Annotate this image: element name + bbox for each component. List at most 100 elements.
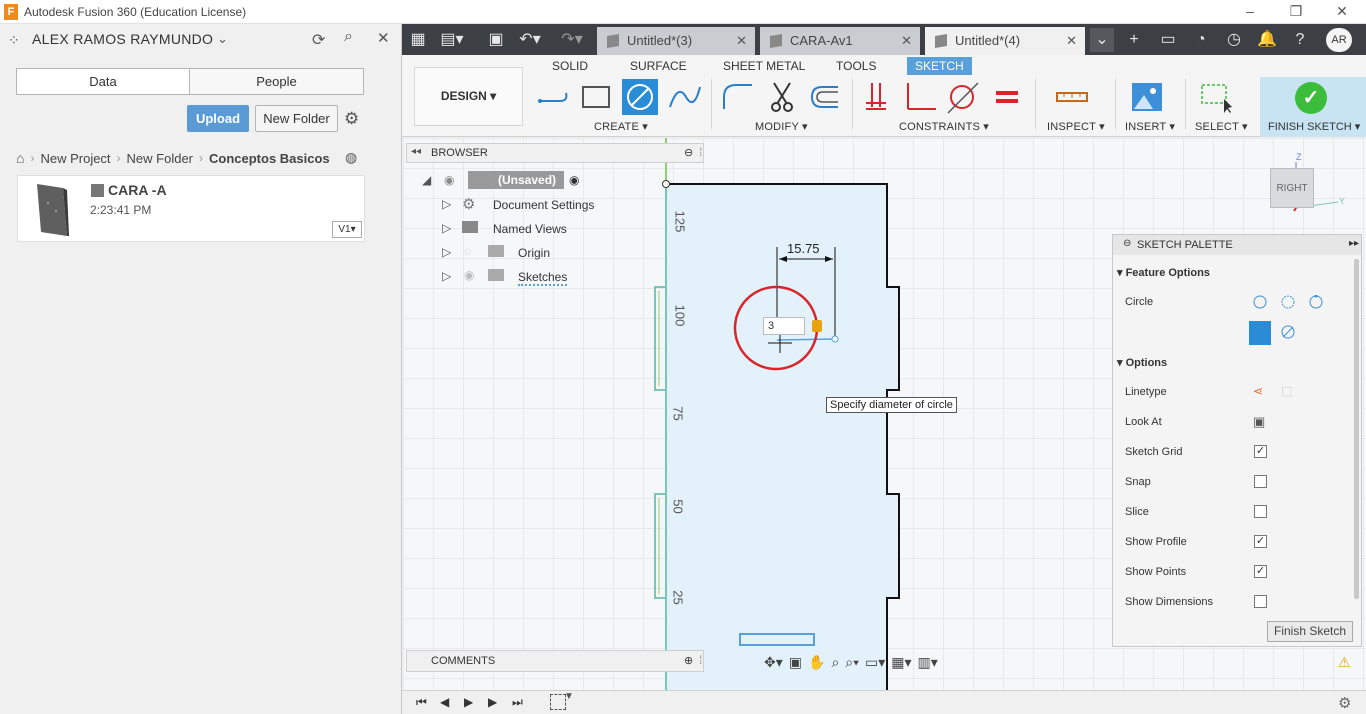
show-profile-checkbox[interactable]: ✓ [1254, 535, 1267, 548]
circle-tool-icon[interactable] [622, 79, 658, 115]
step-forward-icon[interactable]: ▶ [488, 695, 497, 709]
snap-checkbox[interactable] [1254, 475, 1267, 488]
warning-icon[interactable]: ⚠ [1338, 654, 1351, 671]
measure-tool-icon[interactable] [1054, 79, 1090, 115]
trim-tool-icon[interactable] [764, 79, 800, 115]
avatar[interactable]: AR [1326, 28, 1352, 52]
redo-icon[interactable]: ↷▾ [560, 28, 584, 52]
tree-item-origin[interactable]: ▷ ◌ Origin [406, 242, 606, 264]
browser-panel-header[interactable]: ◂◂ BROWSER ⊖ ⁞ [406, 143, 704, 163]
expand-triangle-icon[interactable]: ▷ [442, 221, 451, 235]
close-window-icon[interactable]: ✕ [1319, 0, 1365, 24]
add-comment-icon[interactable]: ⊕ [684, 654, 693, 667]
tab-solid[interactable]: SOLID [552, 59, 588, 73]
extensions-icon[interactable]: ◔ [1189, 28, 1213, 52]
modify-menu[interactable]: MODIFY ▾ [755, 120, 808, 133]
timeline-settings-icon[interactable]: ⚙ [1338, 694, 1351, 712]
look-at-icon[interactable]: ▣ [1253, 414, 1265, 430]
workspace-switcher[interactable]: DESIGN ▾ [414, 67, 523, 126]
close-tab-icon[interactable]: ✕ [736, 27, 747, 55]
select-menu[interactable]: SELECT ▾ [1195, 120, 1248, 133]
comments-icon[interactable]: ▭ [1156, 28, 1180, 52]
close-tab-icon[interactable]: ✕ [901, 27, 912, 55]
activate-radio-icon[interactable]: ◉ [569, 173, 579, 187]
expand-triangle-icon[interactable]: ▷ [442, 269, 451, 283]
tab-data[interactable]: Data [16, 68, 190, 95]
fit-icon[interactable]: ⌕▾ [845, 654, 859, 671]
play-icon[interactable]: ▶ [464, 695, 473, 709]
close-panel-icon[interactable]: ✕ [377, 29, 390, 47]
select-window-icon[interactable] [1198, 79, 1234, 115]
diameter-input[interactable]: 3 [763, 317, 805, 335]
spline-tool-icon[interactable] [666, 79, 702, 115]
coincident-constraint-icon[interactable] [860, 79, 896, 115]
app-grid-icon[interactable]: ▦ [406, 28, 430, 52]
timeline-marker-icon[interactable]: ▼ [564, 691, 574, 702]
help-icon[interactable]: ? [1288, 28, 1312, 52]
file-card[interactable]: CARA -A 2:23:41 PM V1▾ [17, 175, 365, 242]
collapse-triangle-icon[interactable]: ◢ [422, 173, 431, 187]
construction-option-icon[interactable] [1249, 321, 1271, 345]
tree-item-sketches[interactable]: ▷ ◉ Sketches [406, 266, 606, 288]
constraints-menu[interactable]: CONSTRAINTS ▾ [899, 120, 989, 133]
grid-settings-icon[interactable]: ▦▾ [891, 654, 911, 671]
undo-icon[interactable]: ↶▾ [518, 28, 542, 52]
job-status-icon[interactable]: ◷ [1222, 28, 1246, 52]
dimension-value[interactable]: 15.75 [787, 241, 820, 256]
options-section[interactable]: ▾ Options [1117, 356, 1167, 369]
offset-tool-icon[interactable] [806, 79, 842, 115]
tangent-circle-icon[interactable] [1281, 325, 1295, 339]
lock-icon[interactable] [812, 320, 822, 332]
feature-options-section[interactable]: ▾ Feature Options [1117, 266, 1210, 279]
file-menu-icon[interactable]: ▤▾ [440, 28, 464, 52]
expand-triangle-icon[interactable]: ▷ [442, 197, 451, 211]
line-tool-icon[interactable] [536, 79, 572, 115]
tree-item-document-settings[interactable]: ▷ ⚙ Document Settings [406, 194, 606, 216]
breadcrumb-item[interactable]: New Folder [127, 151, 193, 166]
tab-sheet-metal[interactable]: SHEET METAL [723, 59, 805, 73]
drag-handle-icon[interactable]: ⁞ [699, 145, 702, 159]
restore-icon[interactable]: ❐ [1273, 0, 1319, 24]
viewports-icon[interactable]: ▥▾ [918, 654, 938, 671]
drag-handle-icon[interactable]: ⁞ [699, 653, 702, 667]
tab-sketch[interactable]: SKETCH [907, 57, 972, 75]
tab-tools[interactable]: TOOLS [836, 59, 876, 73]
two-point-circle-icon[interactable] [1281, 295, 1295, 309]
breadcrumb-item[interactable]: New Project [40, 151, 110, 166]
three-point-circle-icon[interactable] [1309, 295, 1323, 309]
chevron-down-icon[interactable]: ⌄ [217, 31, 228, 47]
tab-surface[interactable]: SURFACE [630, 59, 687, 73]
construction-linetype-icon[interactable]: ⬚ [1281, 384, 1292, 398]
user-name[interactable]: ALEX RAMOS RAYMUNDO [32, 31, 213, 47]
gear-icon[interactable]: ⚙ [344, 109, 359, 129]
go-to-start-icon[interactable]: ⏮ [416, 695, 427, 710]
close-tab-icon[interactable]: ✕ [1066, 27, 1077, 55]
tab-people[interactable]: People [189, 68, 364, 95]
rectangle-tool-icon[interactable] [578, 79, 614, 115]
minimize-icon[interactable]: – [1227, 0, 1273, 24]
center-diameter-circle-icon[interactable] [1253, 295, 1267, 309]
equal-constraint-icon[interactable] [990, 79, 1026, 115]
tab-overflow-icon[interactable]: ⌄ [1090, 28, 1114, 52]
save-icon[interactable]: ▣ [484, 28, 508, 52]
expand-triangle-icon[interactable]: ▷ [442, 245, 451, 259]
comments-panel[interactable]: COMMENTS ⊕ ⁞ [406, 650, 704, 672]
palette-scrollbar[interactable] [1354, 259, 1359, 599]
insert-menu[interactable]: INSERT ▾ [1125, 120, 1175, 133]
globe-icon[interactable]: ◍ [345, 149, 357, 166]
version-badge[interactable]: V1▾ [332, 221, 362, 238]
doc-tab-untitled-3[interactable]: Untitled*(3) ✕ [597, 27, 755, 55]
show-dimensions-checkbox[interactable] [1254, 595, 1267, 608]
visibility-eye-icon[interactable]: ◉ [464, 268, 474, 282]
zoom-icon[interactable]: ⌕ [831, 654, 839, 671]
browser-minimize-icon[interactable]: ⊖ [684, 146, 693, 159]
expand-right-icon[interactable]: ▸▸ [1349, 238, 1359, 249]
show-points-checkbox[interactable]: ✓ [1254, 565, 1267, 578]
tree-item-named-views[interactable]: ▷ Named Views [406, 218, 606, 240]
pan-icon[interactable]: ✋ [808, 654, 825, 671]
tree-root[interactable]: ◢ ◉ (Unsaved) ◉ [406, 170, 606, 192]
notifications-icon[interactable]: 🔔 [1255, 28, 1279, 52]
finish-sketch-button[interactable]: ✓ FINISH SKETCH ▾ [1260, 77, 1366, 137]
step-back-icon[interactable]: ◀ [440, 695, 449, 709]
sketch-grid-checkbox[interactable]: ✓ [1254, 445, 1267, 458]
